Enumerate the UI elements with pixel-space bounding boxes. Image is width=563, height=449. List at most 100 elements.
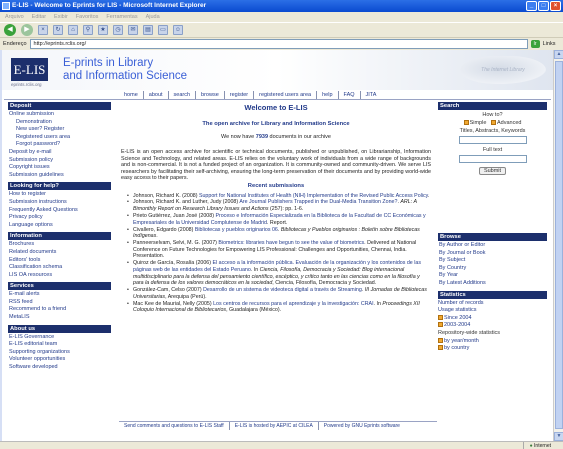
home-icon[interactable]: ⌂ <box>68 25 78 35</box>
menu-item-view[interactable]: Exibir <box>54 12 68 22</box>
folder-icon[interactable]: ▭ <box>158 25 168 35</box>
count-number: 7939 <box>255 134 269 140</box>
menu-item-favorites[interactable]: Favoritos <box>76 12 99 22</box>
sidebar-item-how-to-register[interactable]: How to register <box>8 191 111 199</box>
sidebar-item-editors-tools[interactable]: Editors' tools <box>8 257 111 265</box>
browse-by-subject[interactable]: By Subject <box>438 257 547 265</box>
sidebar-item-software[interactable]: Software developed <box>8 364 111 372</box>
sidebar-item-email-alerts[interactable]: E-mail alerts <box>8 291 111 299</box>
sidebar-item-supporting-orgs[interactable]: Supporting organizations <box>8 349 111 357</box>
sidebar-item-editorial-team[interactable]: E-LIS editorial team <box>8 341 111 349</box>
submission-link[interactable]: Los centros de recursos para el aprendiz… <box>213 301 373 307</box>
maximize-button[interactable]: □ <box>538 1 549 11</box>
sidebar-item-guidelines[interactable]: Submission guidelines <box>8 172 111 180</box>
footer-hosted-link[interactable]: E-LIS is hosted by AEPIC at CILEA <box>228 422 318 430</box>
sidebar-item-submission-instructions[interactable]: Submission instructions <box>8 199 111 207</box>
vertical-scrollbar[interactable]: ▲ ▼ <box>553 50 563 441</box>
menu-item-tools[interactable]: Ferramentas <box>106 12 137 22</box>
forward-icon[interactable]: ▶ <box>21 24 33 36</box>
sidebar-item-volunteer[interactable]: Volunteer opportunities <box>8 356 111 364</box>
scroll-thumb[interactable] <box>555 61 563 429</box>
sidebar-item-recommend[interactable]: Recommend to a friend <box>8 306 111 314</box>
count-suffix: documents in our archive <box>269 134 331 140</box>
sidebar-item-classification[interactable]: Classification schema <box>8 264 111 272</box>
history-icon[interactable]: ◷ <box>113 25 123 35</box>
sidebar-item-deposit-email[interactable]: Deposit by e-mail <box>8 149 111 157</box>
stat-since-2004[interactable]: Since 2004 <box>438 315 547 323</box>
site-logo[interactable]: E-LIS <box>11 58 48 81</box>
advanced-search-link[interactable]: Advanced <box>497 120 521 126</box>
sidebar-item-copyright[interactable]: Copyright issues <box>8 164 111 172</box>
sidebar-item-registered-users[interactable]: Registered users area <box>8 134 111 142</box>
mail-icon[interactable]: ✉ <box>128 25 138 35</box>
sidebar-item-submission-policy[interactable]: Submission policy <box>8 157 111 165</box>
search-how-to-link[interactable]: How to? <box>438 111 547 119</box>
stat-number-records[interactable]: Number of records <box>438 300 547 308</box>
stop-icon[interactable]: × <box>38 25 48 35</box>
nav-jita[interactable]: JITA <box>359 91 382 99</box>
refresh-icon[interactable]: ↻ <box>53 25 63 35</box>
close-button[interactable]: × <box>550 1 561 11</box>
sidebar-item-rss[interactable]: RSS feed <box>8 299 111 307</box>
logo-subtitle: eprints.rclis.org <box>11 82 42 87</box>
nav-help[interactable]: help <box>316 91 337 99</box>
search-icon[interactable]: ⚲ <box>83 25 93 35</box>
stat-by-month[interactable]: by year/month <box>438 338 547 346</box>
simple-checkbox-icon[interactable] <box>463 120 469 126</box>
browse-by-year[interactable]: By Year <box>438 272 547 280</box>
sidebar-item-new-user[interactable]: New user? Register <box>8 126 111 134</box>
submission-link[interactable]: Are Journal Publishers Trapped in the Du… <box>239 199 397 205</box>
scroll-down-icon[interactable]: ▼ <box>554 432 563 441</box>
sidebar-item-faq[interactable]: Frequently Asked Questions <box>8 207 111 215</box>
nav-about[interactable]: about <box>142 91 168 99</box>
sidebar-item-metalis[interactable]: MetaLIS <box>8 314 111 322</box>
sidebar-item-language[interactable]: Language options <box>8 222 111 230</box>
sidebar-item-forgot-password[interactable]: Forgot password? <box>8 141 111 149</box>
nav-search[interactable]: search <box>167 91 196 99</box>
sidebar-item-privacy[interactable]: Privacy policy <box>8 214 111 222</box>
fulltext-input[interactable] <box>458 155 527 163</box>
submission-link[interactable]: Biometrics: libraries have begun to see … <box>218 240 364 246</box>
sidebar-item-related-docs[interactable]: Related documents <box>8 249 111 257</box>
links-label[interactable]: Links <box>543 41 556 47</box>
menu-item-file[interactable]: Arquivo <box>5 12 24 22</box>
nav-browse[interactable]: browse <box>195 91 224 99</box>
browser-icon <box>2 2 10 10</box>
submission-link[interactable]: Desarrollo de un sistema de videoteca di… <box>203 287 362 293</box>
browse-latest[interactable]: By Latest Additions <box>438 280 547 288</box>
sidebar-item-governance[interactable]: E-LIS Governance <box>8 334 111 342</box>
nav-register[interactable]: register <box>223 91 253 99</box>
sidebar-item-brochures[interactable]: Brochures <box>8 241 111 249</box>
sidebar-item-oa-resources[interactable]: LIS OA resources <box>8 272 111 280</box>
favorites-icon[interactable]: ★ <box>98 25 108 35</box>
nav-registered-users[interactable]: registered users area <box>253 91 316 99</box>
footer-contact-link[interactable]: Send comments and questions to E-LIS Sta… <box>119 422 229 430</box>
messenger-icon[interactable]: ☺ <box>173 25 183 35</box>
search-input[interactable] <box>458 136 527 144</box>
nav-home[interactable]: home <box>119 91 143 99</box>
back-icon[interactable]: ◀ <box>4 24 16 36</box>
address-input[interactable]: http://eprints.rclis.org/ <box>29 39 528 49</box>
nav-faq[interactable]: FAQ <box>337 91 360 99</box>
menu-item-help[interactable]: Ajuda <box>146 12 160 22</box>
submission-link[interactable]: Bibliotecas y pueblos originarios 06 <box>195 227 278 233</box>
browse-by-journal[interactable]: By Journal or Book <box>438 250 547 258</box>
sidebar-item-online-submission[interactable]: Online submission <box>8 111 111 119</box>
scroll-up-icon[interactable]: ▲ <box>554 50 563 59</box>
menu-item-edit[interactable]: Editar <box>32 12 46 22</box>
submission-link[interactable]: Support for National Institutes of Healt… <box>199 193 428 199</box>
go-button[interactable]: Ir <box>530 40 540 48</box>
stat-by-country[interactable]: by country <box>438 345 547 353</box>
stat-range[interactable]: 2003-2004 <box>438 322 547 330</box>
footer-powered-link[interactable]: Powered by GNU Eprints software <box>317 422 405 430</box>
minimize-button[interactable]: _ <box>526 1 537 11</box>
advanced-checkbox-icon[interactable] <box>490 120 496 126</box>
print-icon[interactable]: ▤ <box>143 25 153 35</box>
sidebar-item-demonstration[interactable]: Demonstration <box>8 119 111 127</box>
page-footer: Send comments and questions to E-LIS Sta… <box>119 421 437 430</box>
stat-usage[interactable]: Usage statistics <box>438 307 547 315</box>
browse-by-author[interactable]: By Author or Editor <box>438 242 547 250</box>
simple-search-link[interactable]: Simple <box>470 120 487 126</box>
browse-by-country[interactable]: By Country <box>438 265 547 273</box>
submit-button[interactable]: Submit <box>478 167 507 175</box>
